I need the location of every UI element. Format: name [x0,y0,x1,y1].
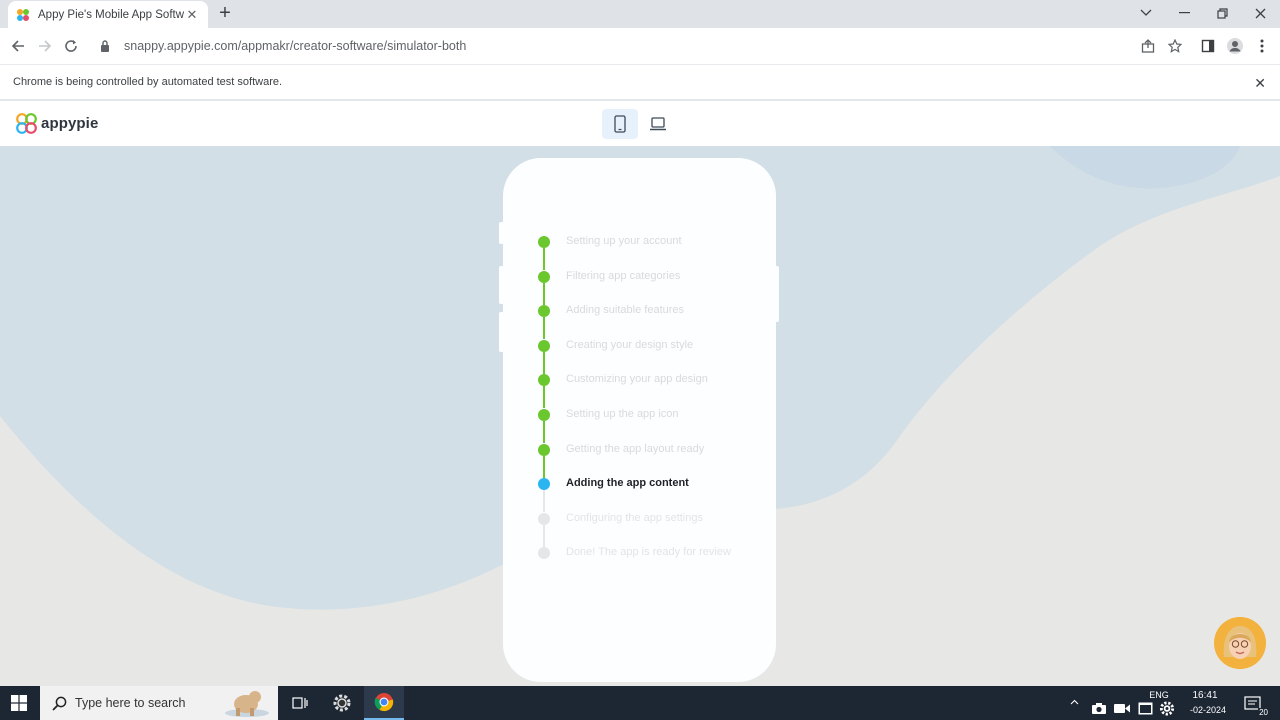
step-label: Adding suitable features [566,304,685,317]
taskbar-chrome[interactable] [364,686,404,720]
step-status-dot [538,478,550,491]
step-label: Customizing your app design [566,373,708,386]
logo-text: appypie [41,115,99,132]
tray-chevron-icon[interactable] [1066,694,1082,710]
infobar-text: Chrome is being controlled by automated … [13,76,283,88]
mobile-view-button[interactable] [602,109,638,139]
share-icon[interactable] [1136,34,1160,58]
camera-icon[interactable] [1091,700,1107,716]
step-label: Filtering app categories [566,269,681,282]
tab-close-icon[interactable]: ✕ [184,7,200,23]
step-label: Adding the app content [566,477,689,490]
step-status-dot [538,270,550,283]
step-label: Getting the app layout ready [566,442,705,455]
windows-taskbar: Type here to search ENG 16:41 -02-2024 2… [0,686,1280,720]
automation-infobar: Chrome is being controlled by automated … [0,64,1280,101]
mobile-icon [614,115,626,133]
window-icon[interactable] [1137,700,1153,716]
clock-time[interactable]: 16:41 [1183,690,1227,701]
bookmark-star-icon[interactable] [1163,34,1187,58]
step-status-dot [538,339,550,352]
progress-step: Done! The app is ready for review [534,543,774,563]
assistant-avatar[interactable] [1214,617,1266,669]
browser-tab[interactable]: Appy Pie's Mobile App Software ✕ [8,1,208,28]
gear-app-icon [333,694,351,712]
lock-icon [100,40,112,52]
clock-date[interactable]: -02-2024 [1183,705,1233,715]
step-status-dot [538,236,550,248]
step-label: Configuring the app settings [566,511,703,524]
reload-icon[interactable] [59,34,83,58]
tab-search-icon[interactable] [1127,0,1165,26]
progress-step: Adding the app content [534,474,774,513]
assistant-face-icon [1214,617,1266,669]
notification-icon[interactable]: 20 [1243,695,1269,717]
tab-title: Appy Pie's Mobile App Software [38,8,184,21]
progress-step: Configuring the app settings [534,509,774,547]
notification-count: 20 [1258,708,1269,717]
browser-tabstrip: Appy Pie's Mobile App Software ✕ + [0,0,1280,28]
task-view-button[interactable] [280,686,320,720]
progress-step: Creating your design style [534,336,774,374]
infobar-close-icon[interactable]: ✕ [1254,75,1266,92]
progress-step: Adding suitable features [534,301,774,340]
taskbar-search[interactable]: Type here to search [40,686,278,720]
progress-step: Getting the app layout ready [534,440,774,478]
simulator-stage: Setting up your account Filtering app cat… [0,146,1280,686]
side-panel-icon[interactable] [1196,34,1220,58]
step-status-dot [538,305,550,318]
forward-icon[interactable] [33,34,57,58]
phone-side-button [499,312,505,352]
step-status-dot [538,409,550,421]
settings-gear-icon[interactable] [1159,700,1175,716]
step-label: Setting up the app icon [566,408,679,420]
phone-side-button [499,266,505,304]
progress-step: Setting up your account [534,232,774,270]
search-placeholder: Type here to search [75,696,186,710]
video-camera-icon[interactable] [1114,700,1130,716]
language-indicator[interactable]: ENG [1146,690,1172,700]
appypie-favicon-icon [16,8,30,22]
minimize-icon[interactable] [1165,0,1203,26]
step-label: Creating your design style [566,338,694,351]
laptop-icon [650,117,666,131]
app-header: appypie [0,102,1280,146]
menu-kebab-icon[interactable] [1250,34,1274,58]
restore-icon[interactable] [1203,0,1241,26]
search-highlight-icon [225,691,269,717]
step-status-dot [538,374,550,387]
back-icon[interactable] [6,34,30,58]
search-icon [52,696,67,711]
url-text: snappy.appypie.com/appmakr/creator-softw… [124,39,467,53]
appypie-logo-icon [16,113,37,134]
profile-avatar-icon[interactable] [1223,34,1247,58]
windows-start-button[interactable] [0,686,38,720]
desktop-view-button[interactable] [640,109,676,139]
progress-step: Setting up the app icon [534,405,774,443]
progress-step: Customizing your app design [534,370,774,409]
step-label: Setting up your account [566,235,682,247]
step-status-dot [538,512,550,525]
phone-side-button [499,222,505,244]
taskbar-app-settings-tool[interactable] [322,686,362,720]
step-status-dot [538,443,550,456]
new-tab-button[interactable]: + [214,2,236,24]
chrome-icon [374,693,394,712]
task-view-icon [292,697,308,709]
progress-step: Filtering app categories [534,267,774,305]
step-label: Done! The app is ready for review [566,546,731,559]
close-window-icon[interactable] [1241,0,1279,26]
appypie-logo[interactable]: appypie [16,113,98,134]
address-bar[interactable]: snappy.appypie.com/appmakr/creator-softw… [92,32,1164,60]
browser-toolbar: snappy.appypie.com/appmakr/creator-softw… [0,28,1280,64]
step-status-dot [538,547,550,560]
windows-logo-icon [11,695,27,711]
